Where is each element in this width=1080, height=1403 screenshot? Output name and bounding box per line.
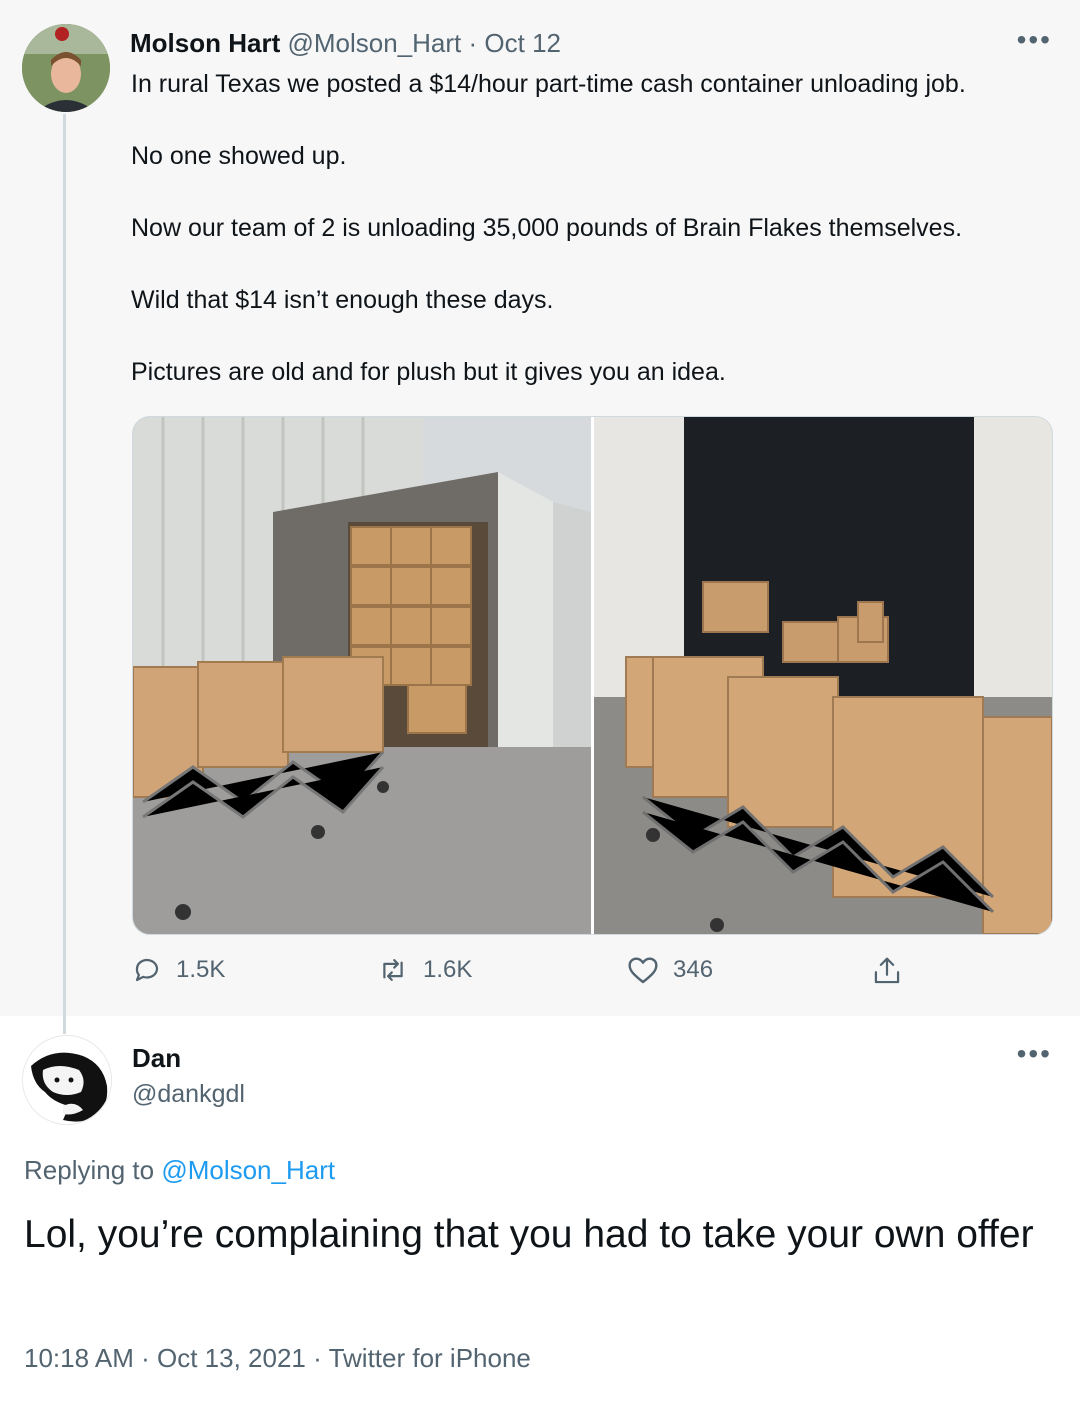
retweet-icon[interactable] xyxy=(377,955,409,985)
reply-author-name[interactable]: Dan xyxy=(132,1043,181,1074)
more-icon[interactable]: ••• xyxy=(1017,1040,1052,1068)
author-name[interactable]: Molson Hart xyxy=(130,28,280,58)
tweet-actions: 1.5K 1.6K 346 xyxy=(132,955,912,999)
retweet-count: 1.6K xyxy=(423,956,473,983)
reply-tweet-text: Lol, you’re complaining that you had to … xyxy=(24,1213,1034,1256)
tweet-media[interactable] xyxy=(132,416,1053,935)
more-icon[interactable]: ••• xyxy=(1017,26,1052,54)
tweet-full-date[interactable]: Oct 13, 2021 xyxy=(157,1343,306,1373)
tweet-paragraph: No one showed up. xyxy=(131,142,347,170)
dot-separator: · xyxy=(313,1343,322,1373)
like-action[interactable]: 346 xyxy=(627,955,713,985)
tweet-date[interactable]: Oct 12 xyxy=(484,28,561,58)
share-action[interactable] xyxy=(872,955,902,987)
molson-avatar[interactable] xyxy=(22,24,110,112)
tweet-photos xyxy=(133,417,1052,934)
reply-author-handle[interactable]: @dankgdl xyxy=(132,1080,245,1109)
tweet-time[interactable]: 10:18 AM xyxy=(24,1343,134,1373)
like-count: 346 xyxy=(673,956,714,983)
photo-container-unloading xyxy=(133,417,591,934)
like-icon[interactable] xyxy=(627,955,659,985)
dot-separator: · xyxy=(141,1343,150,1373)
replying-to: Replying to @Molson_Hart xyxy=(24,1155,335,1186)
reply-icon[interactable] xyxy=(132,955,162,985)
retweet-action[interactable]: 1.6K xyxy=(377,955,472,985)
quoted-tweet-text: In rural Texas we posted a $14/hour part… xyxy=(131,68,1061,428)
tweet-paragraph: Pictures are old and for plush but it gi… xyxy=(131,358,726,386)
thread-line xyxy=(63,114,66,1034)
replying-to-link[interactable]: @Molson_Hart xyxy=(161,1155,335,1185)
tweet-source[interactable]: Twitter for iPhone xyxy=(329,1343,531,1373)
tweet-meta: 10:18 AM · Oct 13, 2021 · Twitter for iP… xyxy=(24,1343,531,1374)
quoted-tweet-header: Molson Hart @Molson_Hart · Oct 12 xyxy=(130,28,561,59)
author-handle[interactable]: @Molson_Hart xyxy=(287,28,461,58)
reply-action[interactable]: 1.5K xyxy=(132,955,225,985)
dot-separator: · xyxy=(468,28,478,58)
share-icon[interactable] xyxy=(872,955,902,987)
tweet-paragraph: Wild that $14 isn’t enough these days. xyxy=(131,286,554,314)
tweet-paragraph: Now our team of 2 is unloading 35,000 po… xyxy=(131,214,963,242)
reply-count: 1.5K xyxy=(176,956,226,983)
dan-avatar[interactable] xyxy=(22,1035,112,1125)
tweet-paragraph: In rural Texas we posted a $14/hour part… xyxy=(131,70,966,98)
replying-prefix: Replying to xyxy=(24,1155,155,1185)
photo-warehouse-boxes xyxy=(594,417,1052,934)
